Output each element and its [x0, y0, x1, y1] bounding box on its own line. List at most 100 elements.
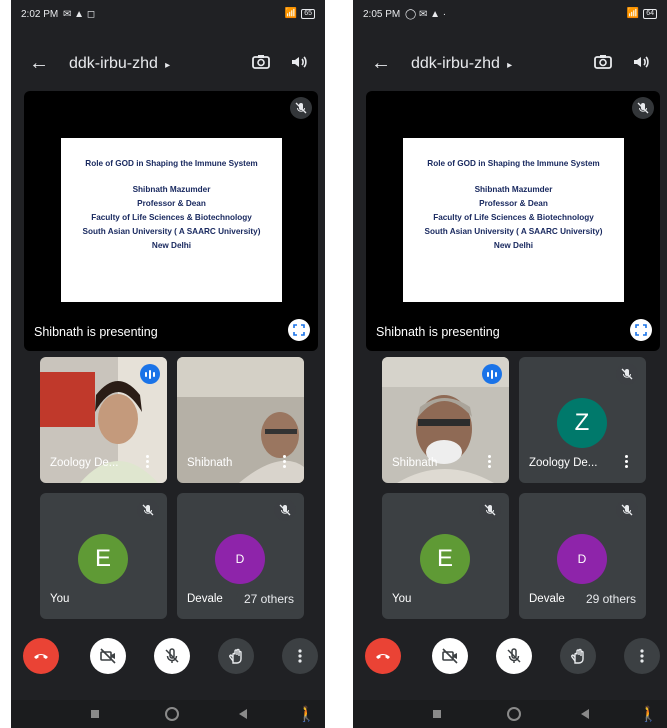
avatar: E	[420, 534, 470, 584]
slide-title: Role of GOD in Shaping the Immune System	[85, 159, 258, 168]
shared-slide: Role of GOD in Shaping the Immune System…	[61, 138, 282, 302]
raise-hand-icon[interactable]	[218, 638, 254, 674]
chevron-right-icon: ▸	[162, 60, 171, 71]
notification-icons: ◯ ✉ ▲ ·	[405, 9, 447, 20]
others-count-chip[interactable]: 27 others	[235, 587, 302, 611]
end-call-icon[interactable]	[23, 638, 59, 674]
fullscreen-icon[interactable]	[288, 319, 310, 341]
status-bar: 2:05 PM ◯ ✉ ▲ · 📶 64	[353, 0, 667, 28]
meeting-code: ddk-irbu-zhd	[69, 55, 158, 72]
raise-hand-icon[interactable]	[560, 638, 596, 674]
phone-screen-left: 2:02 PM ✉ ▲ ◻ 📶 65 ← ddk-irbu-zhd ▸ Role…	[11, 0, 325, 728]
accessibility-icon[interactable]: 🚶	[639, 705, 658, 723]
signal-icon: 📶	[284, 8, 298, 19]
participant-tile[interactable]: Zoology De...	[40, 357, 167, 483]
slide-line: Shibnath Mazumder	[132, 185, 211, 194]
slide-line: New Delhi	[151, 241, 192, 250]
end-call-icon[interactable]	[365, 638, 401, 674]
status-bar: 2:02 PM ✉ ▲ ◻ 📶 65	[11, 0, 325, 28]
participant-name: Shibnath	[187, 457, 233, 469]
avatar: E	[78, 534, 128, 584]
accessibility-icon[interactable]: 🚶	[297, 705, 316, 723]
speaking-indicator-icon	[482, 364, 502, 384]
presentation-panel[interactable]: Role of GOD in Shaping the Immune System…	[24, 91, 318, 351]
switch-camera-icon[interactable]	[593, 52, 613, 76]
participant-tile[interactable]: Z Zoology De...	[519, 357, 646, 483]
participant-name: Devale	[529, 593, 565, 605]
slide-line: South Asian University ( A SAARC Univers…	[82, 227, 261, 236]
status-time: 2:05 PM	[363, 9, 401, 20]
presenting-label: Shibnath is presenting	[34, 325, 158, 339]
chevron-right-icon: ▸	[504, 60, 513, 71]
more-options-icon[interactable]	[624, 638, 660, 674]
meeting-top-bar: ← ddk-irbu-zhd ▸	[353, 50, 667, 80]
status-time: 2:02 PM	[21, 9, 59, 20]
speaking-indicator-icon	[140, 364, 160, 384]
mic-off-icon	[616, 363, 638, 385]
system-nav-bar: 🚶	[353, 700, 667, 728]
participant-tile[interactable]: D Devale 29 others	[519, 493, 646, 619]
nav-home-icon[interactable]	[165, 707, 179, 721]
meeting-code-button[interactable]: ddk-irbu-zhd ▸	[69, 55, 170, 73]
participant-name: Shibnath	[392, 457, 438, 469]
battery-indicator: 65	[301, 8, 315, 19]
nav-back-icon[interactable]	[239, 709, 247, 719]
arrow-back-icon[interactable]: ←	[29, 53, 49, 73]
slide-line: Shibnath Mazumder	[474, 185, 553, 194]
system-nav-bar: 🚶	[11, 700, 325, 728]
nav-home-icon[interactable]	[507, 707, 521, 721]
mic-off-icon	[479, 499, 501, 521]
mic-off-icon	[632, 97, 654, 119]
participant-tile[interactable]: E You	[382, 493, 509, 619]
more-options-icon[interactable]	[483, 455, 495, 469]
slide-line: Professor & Dean	[137, 199, 206, 208]
slide-line: Faculty of Life Sciences & Biotechnology	[433, 213, 594, 222]
signal-icon: 📶	[626, 8, 640, 19]
participant-tile[interactable]: D Devale 27 others	[177, 493, 304, 619]
participant-tile[interactable]: Shibnath	[177, 357, 304, 483]
nav-recents-icon[interactable]	[91, 710, 99, 718]
participant-tile[interactable]: E You	[40, 493, 167, 619]
shared-slide: Role of GOD in Shaping the Immune System…	[403, 138, 624, 302]
meeting-code: ddk-irbu-zhd	[411, 55, 500, 72]
call-controls	[353, 638, 667, 678]
battery-indicator: 64	[643, 8, 657, 19]
mic-off-icon	[137, 499, 159, 521]
call-controls	[11, 638, 325, 678]
participant-name: Zoology De...	[50, 457, 119, 469]
more-options-icon[interactable]	[141, 455, 153, 469]
participant-tile[interactable]: Shibnath	[382, 357, 509, 483]
speaker-icon[interactable]	[289, 52, 309, 76]
presentation-panel[interactable]: Role of GOD in Shaping the Immune System…	[366, 91, 660, 351]
meeting-top-bar: ← ddk-irbu-zhd ▸	[11, 50, 325, 80]
presenting-label: Shibnath is presenting	[376, 325, 500, 339]
slide-line: Professor & Dean	[479, 199, 548, 208]
avatar: D	[215, 534, 265, 584]
mic-off-icon[interactable]	[496, 638, 532, 674]
slide-line: South Asian University ( A SAARC Univers…	[424, 227, 603, 236]
participant-name: You	[50, 593, 70, 605]
camera-off-icon[interactable]	[90, 638, 126, 674]
nav-recents-icon[interactable]	[433, 710, 441, 718]
participant-name: You	[392, 593, 412, 605]
camera-off-icon[interactable]	[432, 638, 468, 674]
arrow-back-icon[interactable]: ←	[371, 53, 391, 73]
slide-line: Faculty of Life Sciences & Biotechnology	[91, 213, 252, 222]
mic-off-icon	[290, 97, 312, 119]
avatar: Z	[557, 398, 607, 448]
mic-off-icon[interactable]	[154, 638, 190, 674]
more-options-icon[interactable]	[278, 455, 290, 469]
slide-title: Role of GOD in Shaping the Immune System	[427, 159, 600, 168]
more-options-icon[interactable]	[620, 455, 632, 469]
others-count-chip[interactable]: 29 others	[577, 587, 644, 611]
notification-icons: ✉ ▲ ◻	[63, 9, 96, 20]
speaker-icon[interactable]	[631, 52, 651, 76]
more-options-icon[interactable]	[282, 638, 318, 674]
meeting-code-button[interactable]: ddk-irbu-zhd ▸	[411, 55, 512, 73]
fullscreen-icon[interactable]	[630, 319, 652, 341]
avatar: D	[557, 534, 607, 584]
nav-back-icon[interactable]	[581, 709, 589, 719]
switch-camera-icon[interactable]	[251, 52, 271, 76]
participant-name: Zoology De...	[529, 457, 598, 469]
phone-screen-right: 2:05 PM ◯ ✉ ▲ · 📶 64 ← ddk-irbu-zhd ▸ Ro…	[353, 0, 667, 728]
